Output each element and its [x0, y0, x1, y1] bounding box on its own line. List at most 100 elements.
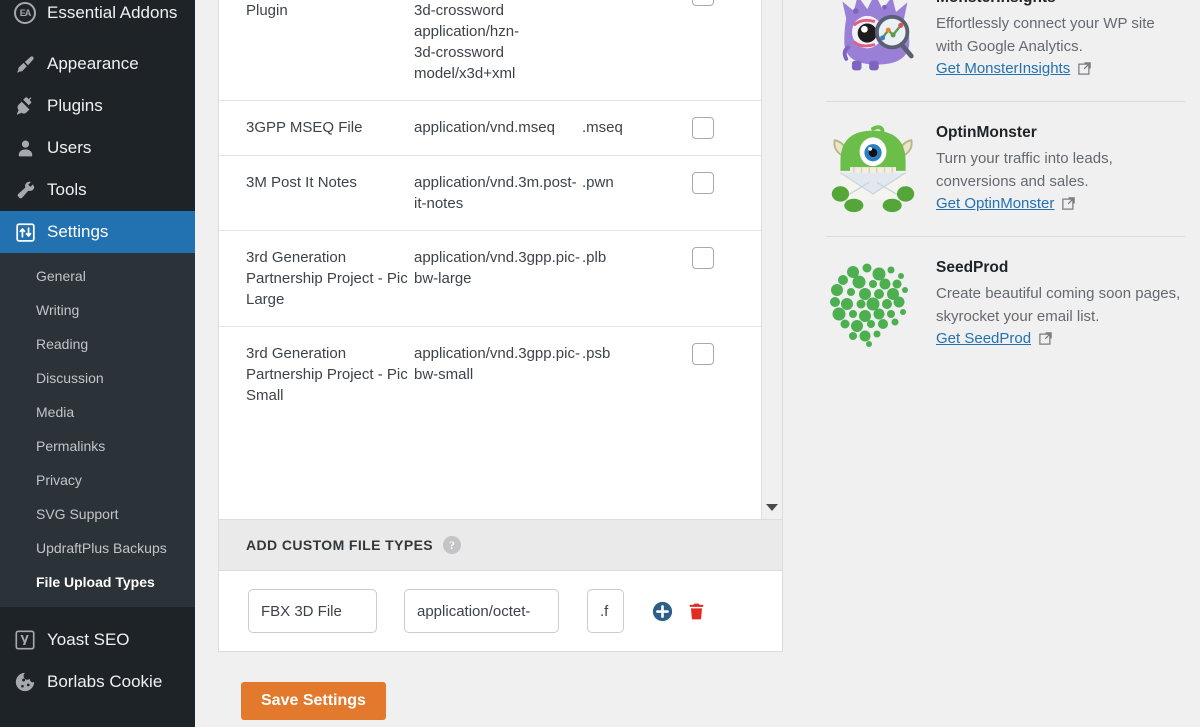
promo-link[interactable]: Get OptinMonster [936, 195, 1076, 212]
sidebar-item-plugins[interactable]: Plugins [0, 85, 195, 127]
sidebar-subitem-updraftplus-backups[interactable]: UpdraftPlus Backups [0, 531, 195, 565]
custom-mime-input[interactable] [404, 589, 559, 633]
promo-link-label: Get OptinMonster [936, 195, 1055, 212]
table-row[interactable]: 3rd Generation Partnership Project - Pic… [219, 327, 762, 423]
save-settings-button[interactable]: Save Settings [241, 682, 386, 720]
row-checkbox[interactable] [692, 0, 714, 6]
cell-description: 3rd Generation Partnership Project - Pic… [219, 230, 414, 327]
cell-mime-type: 3d-crossword application/hzn- 3d-crosswo… [414, 0, 582, 101]
table-scrollbar[interactable] [761, 0, 782, 519]
sidebar-subitem-general[interactable]: General [0, 259, 195, 293]
sidebar-item-label: Essential Addons [47, 3, 178, 22]
promo-link-label: Get SeedProd [936, 330, 1032, 347]
sidebar-item-tools[interactable]: Tools [0, 169, 195, 211]
sidebar-subitem-privacy[interactable]: Privacy [0, 463, 195, 497]
sidebar-subitem-reading[interactable]: Reading [0, 327, 195, 361]
sidebar-item-label: Users [47, 138, 92, 157]
table-row[interactable]: 3GPP MSEQ File application/vnd.mseq .mse… [219, 100, 762, 156]
cell-mime-type: application/vnd.mseq [414, 100, 582, 156]
sidebar-subitem-svg-support[interactable]: SVG Support [0, 497, 195, 531]
promo-link[interactable]: Get SeedProd [936, 330, 1053, 347]
external-link-icon [1078, 62, 1091, 75]
promo-text: MonsterInsights Effortlessly connect you… [936, 0, 1185, 78]
custom-row-actions [652, 601, 706, 622]
promo-title: MonsterInsights [936, 0, 1185, 8]
cell-extension: .psb [582, 345, 611, 362]
file-types-table: Plugin 3d-crossword application/hzn- 3d-… [219, 0, 762, 422]
promo-description: Effortlessly connect your WP site with G… [936, 15, 1155, 55]
sidebar-item-label: Tools [47, 180, 87, 199]
promo-link[interactable]: Get MonsterInsights [936, 60, 1092, 77]
custom-description-input[interactable] [248, 589, 377, 633]
cell-checkbox [692, 230, 762, 327]
promo-monsterinsights: MonsterInsights Effortlessly connect you… [818, 0, 1200, 82]
promo-divider [826, 236, 1185, 237]
table-row[interactable]: Plugin 3d-crossword application/hzn- 3d-… [219, 0, 762, 101]
sidebar-item-label: Borlabs Cookie [47, 672, 163, 691]
add-custom-file-types-row [218, 571, 783, 652]
sidebar-subitem-discussion[interactable]: Discussion [0, 361, 195, 395]
essential-addons-icon: EA [11, 0, 39, 27]
cell-checkbox [692, 155, 762, 231]
save-settings-container: Save Settings [241, 682, 386, 720]
cell-mime-type: application/vnd.3gpp.pic- bw-large [414, 230, 582, 327]
cell-extension: .mseq [582, 100, 692, 156]
scroll-down-arrow-icon[interactable] [766, 504, 778, 511]
sidebar-item-label: Plugins [47, 96, 103, 115]
promo-description: Turn your traffic into leads, conversion… [936, 150, 1113, 190]
wrench-icon [11, 176, 39, 204]
sidebar-divider [0, 607, 195, 619]
cell-extension: .pwn [582, 155, 692, 231]
cell-description: 3M Post It Notes [219, 155, 414, 231]
add-circle-icon[interactable] [652, 601, 673, 622]
table-row[interactable]: 3rd Generation Partnership Project - Pic… [219, 230, 762, 327]
sidebar-subitem-writing[interactable]: Writing [0, 293, 195, 327]
settings-submenu: General Writing Reading Discussion Media… [0, 253, 195, 607]
row-checkbox[interactable] [692, 117, 714, 139]
plug-icon [11, 92, 39, 120]
custom-extension-input[interactable] [587, 589, 624, 633]
sidebar-item-users[interactable]: Users [0, 127, 195, 169]
trash-icon[interactable] [687, 601, 706, 622]
section-title: ADD CUSTOM FILE TYPES [246, 537, 434, 553]
sidebar-item-yoast-seo[interactable]: Yoast SEO [0, 619, 195, 661]
cell-mime-type: application/vnd.3m.post- it-notes [414, 155, 582, 231]
file-upload-types-column: Plugin 3d-crossword application/hzn- 3d-… [218, 0, 783, 720]
promo-text: OptinMonster Turn your traffic into lead… [936, 121, 1185, 213]
promo-sidebar: MonsterInsights Effortlessly connect you… [818, 0, 1200, 352]
cell-description: 3GPP MSEQ File [219, 100, 414, 156]
row-checkbox[interactable] [692, 247, 714, 269]
cell-extension [582, 0, 692, 101]
monsterinsights-logo [818, 0, 928, 82]
sidebar-item-settings[interactable]: Settings [0, 211, 195, 253]
promo-text: SeedProd Create beautiful coming soon pa… [936, 256, 1185, 348]
sidebar-subitem-media[interactable]: Media [0, 395, 195, 429]
cell-mime-type: application/vnd.3gpp.pic- bw-small [414, 345, 580, 383]
borlabs-cookie-icon [11, 668, 39, 696]
promo-divider [826, 101, 1185, 102]
sidebar-item-label: Appearance [47, 54, 139, 73]
promo-optinmonster: OptinMonster Turn your traffic into lead… [818, 121, 1200, 217]
cell-description: Plugin [219, 0, 414, 101]
sidebar-subitem-permalinks[interactable]: Permalinks [0, 429, 195, 463]
row-checkbox[interactable] [692, 172, 714, 194]
cell-checkbox [692, 100, 762, 156]
promo-seedprod: SeedProd Create beautiful coming soon pa… [818, 256, 1200, 352]
add-custom-file-types-header: ADD CUSTOM FILE TYPES ? [218, 520, 783, 571]
help-icon[interactable]: ? [443, 536, 462, 554]
sidebar-item-appearance[interactable]: Appearance [0, 43, 195, 85]
yoast-icon [11, 626, 39, 654]
cell-description: 3rd Generation Partnership Project - Pic… [246, 345, 408, 404]
sidebar-item-label: Settings [47, 222, 109, 241]
seedprod-logo [818, 256, 928, 352]
optinmonster-logo [818, 121, 928, 217]
file-types-scroll-region[interactable]: Plugin 3d-crossword application/hzn- 3d-… [218, 0, 783, 520]
user-icon [11, 134, 39, 162]
sidebar-item-essential-addons[interactable]: EA Essential Addons [0, 0, 195, 34]
sidebar-subitem-file-upload-types[interactable]: File Upload Types [0, 565, 195, 599]
sidebar-item-borlabs-cookie[interactable]: Borlabs Cookie [0, 661, 195, 703]
table-row[interactable]: 3M Post It Notes application/vnd.3m.post… [219, 155, 762, 231]
external-link-icon [1039, 332, 1052, 345]
row-checkbox[interactable] [692, 343, 714, 365]
wordpress-admin-screen: EA Essential Addons Appearance Plugins U… [0, 0, 1200, 727]
